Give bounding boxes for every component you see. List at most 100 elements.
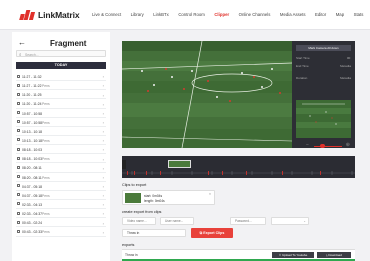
- fragment-list-item[interactable]: 10:57 - 10:58 ›: [16, 109, 106, 118]
- create-export-label: create export from clips: [122, 210, 162, 214]
- chevron-right-icon: ›: [102, 83, 104, 89]
- fragment-time: 02:33 - 04:13: [22, 202, 42, 207]
- clip-icon: [17, 211, 20, 215]
- chevron-right-icon: ›: [102, 156, 104, 162]
- video-name-field[interactable]: Video name...: [122, 217, 156, 225]
- fragment-list-item[interactable]: 11:20 - 11:24 Pens ›: [16, 99, 106, 109]
- fragment-list-item[interactable]: 11:20 - 11:25 ›: [16, 90, 106, 100]
- chevron-right-icon: ›: [102, 193, 104, 199]
- fragment-time: 08:20 - 08:11: [22, 166, 42, 171]
- back-arrow-icon[interactable]: ←: [18, 39, 26, 47]
- chevron-right-icon: ›: [102, 92, 104, 98]
- export-option-select[interactable]: ⌄: [271, 217, 309, 225]
- clip-icon: [17, 156, 20, 160]
- chevron-right-icon: ›: [102, 147, 104, 153]
- nav-item-linkbtx[interactable]: LinkBTx: [153, 12, 169, 17]
- fragment-time: 11:27 - 11:32: [22, 75, 42, 79]
- fragment-kind: Pens: [42, 157, 50, 162]
- chevron-down-icon: ⌄: [303, 219, 306, 223]
- video-player[interactable]: [122, 41, 292, 148]
- fragment-kind: Pens: [42, 102, 50, 107]
- export-clips-button[interactable]: ⧉ Export Clips: [191, 228, 233, 238]
- clip-info-panel: Mark Camera All down Start Time 00: End …: [292, 41, 355, 148]
- nav-item-clipper[interactable]: Clipper: [214, 12, 229, 17]
- fragment-list-item[interactable]: 00:43 - 02:33 Pens ›: [16, 227, 106, 237]
- fragment-list-item[interactable]: 00:43 - 02:24 ›: [16, 218, 106, 228]
- mark-camera-button[interactable]: Mark Camera All down: [296, 45, 351, 51]
- fragment-time: 00:43 - 02:24: [22, 221, 42, 226]
- clip-icon: [17, 92, 20, 96]
- fragment-list-item[interactable]: 04:37 - 05:18 Pens ›: [16, 191, 106, 200]
- nav-item-online-channels[interactable]: Online Channels: [239, 12, 271, 17]
- fragment-list-item[interactable]: 10:13 - 10:18 Pens ›: [16, 136, 106, 146]
- fragment-time: 11:27 - 11:22: [22, 84, 42, 89]
- fragment-list-item[interactable]: 08:18 - 10:03 ›: [16, 145, 106, 155]
- fragment-time: 04:37 - 05:18: [22, 193, 42, 198]
- clip-start: start: 0m04s: [144, 193, 163, 198]
- logo-name: LinkMatrix: [38, 10, 80, 20]
- fragment-list-item[interactable]: 02:33 - 04:13 ›: [16, 200, 106, 210]
- fragment-list-item[interactable]: 08:18 - 10:03 Pens ›: [16, 154, 106, 164]
- fragment-panel: ← Fragment ⌕ Search... TODAY 11:27 - 11:…: [12, 32, 110, 261]
- chevron-right-icon: ›: [102, 183, 104, 189]
- fragment-kind: Pens: [42, 138, 50, 143]
- fragment-list-item[interactable]: 11:27 - 11:22 Pens ›: [16, 81, 106, 91]
- download-button[interactable]: ⤓ Download: [317, 252, 351, 258]
- clip-icon: [17, 111, 20, 115]
- search-placeholder: Search...: [25, 52, 39, 57]
- nav-item-library[interactable]: Library: [131, 12, 144, 17]
- clip-icon: [17, 83, 20, 87]
- fragment-kind: Pens: [42, 120, 50, 125]
- chevron-right-icon: ›: [102, 174, 104, 180]
- chevron-right-icon: ›: [102, 211, 104, 217]
- logo[interactable]: LinkMatrix: [19, 10, 80, 20]
- fragment-title: Fragment: [50, 39, 87, 48]
- chevron-right-icon: ›: [102, 220, 104, 226]
- nav-item-stats[interactable]: Stats: [354, 12, 364, 17]
- upload-youtube-button[interactable]: ⇪ Upload To Youtube: [272, 252, 314, 258]
- clip-icon: [17, 120, 20, 124]
- fragment-list-item[interactable]: 10:13 - 10:18 ›: [16, 127, 106, 136]
- fragment-list-item[interactable]: 04:37 - 05:18 ›: [16, 182, 106, 191]
- fragment-list-item[interactable]: 11:27 - 11:32 ›: [16, 72, 106, 82]
- export-item-name: Throw in: [125, 253, 138, 257]
- clip-icon: [17, 202, 20, 206]
- clip-icon: ⧉: [199, 231, 203, 235]
- nav-item-map[interactable]: Map: [336, 12, 344, 17]
- clip-icon: [17, 129, 20, 133]
- search-icon: ⌕: [19, 51, 22, 57]
- fragment-list-item[interactable]: 08:20 - 08:11 ›: [16, 163, 106, 173]
- nav-item-editor[interactable]: Editor: [315, 12, 326, 17]
- zoom-knob[interactable]: [320, 143, 325, 148]
- clip-icon: [17, 193, 20, 197]
- fragment-time: 11:20 - 11:24: [22, 102, 42, 107]
- password-field[interactable]: Password...: [230, 217, 266, 225]
- search-input[interactable]: ⌕ Search...: [16, 50, 106, 57]
- timeline-clip-thumbnail[interactable]: [168, 160, 191, 168]
- throw-in-field[interactable]: Throw in: [122, 229, 186, 237]
- fragment-list-item[interactable]: 08:20 - 08:11 Pens ›: [16, 173, 106, 182]
- nav-item-live-connect[interactable]: Live & Connect: [92, 12, 121, 17]
- nav-item-control-room[interactable]: Control Room: [178, 12, 205, 17]
- nav-item-media-assets[interactable]: Media Assets: [280, 12, 306, 17]
- fragment-list-item[interactable]: 10:57 - 10:58 Pens ›: [16, 118, 106, 127]
- app-root: LinkMatrix Live & Connect Library LinkBTx C…: [0, 0, 370, 261]
- chevron-right-icon: ›: [102, 101, 104, 107]
- mini-video-preview[interactable]: [296, 100, 351, 138]
- fragment-list-item[interactable]: 02:33 - 04:37 Pens ›: [16, 209, 106, 219]
- user-name-field[interactable]: User name...: [160, 217, 194, 225]
- zoom-in-icon[interactable]: ⊕: [346, 142, 350, 148]
- remove-clip-icon[interactable]: ×: [209, 192, 211, 196]
- fragment-time: 02:33 - 04:37: [22, 212, 42, 217]
- zoom-track[interactable]: [314, 145, 342, 147]
- top-navigation-bar: LinkMatrix Live & Connect Library LinkBTx C…: [0, 0, 370, 30]
- chevron-right-icon: ›: [102, 138, 104, 144]
- clip-icon: [17, 147, 20, 151]
- zoom-slider[interactable]: − ⊕: [306, 142, 350, 149]
- timeline[interactable]: [122, 156, 355, 178]
- chevron-right-icon: ›: [102, 229, 104, 235]
- timeline-playhead[interactable]: [122, 160, 126, 169]
- clip-card[interactable]: start: 0m04s length: 0m04s ×: [122, 190, 215, 205]
- zoom-out-icon[interactable]: −: [306, 142, 309, 148]
- upload-icon: ⇪: [278, 253, 282, 257]
